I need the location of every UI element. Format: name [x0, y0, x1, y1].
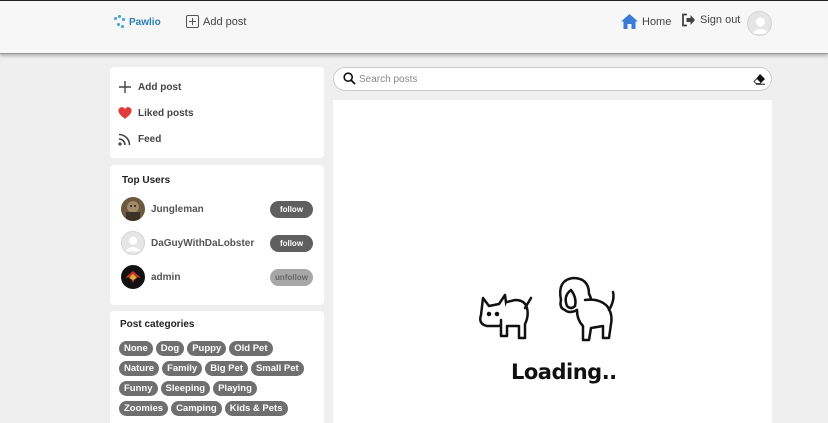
loading-dogs-illustration — [479, 276, 615, 342]
user-avatar-admin[interactable] — [121, 265, 145, 289]
user-avatar-jungleman[interactable] — [121, 197, 145, 221]
category-tag[interactable]: Small Pet — [250, 361, 304, 376]
rss-feed-icon — [118, 132, 132, 146]
category-tag[interactable]: Family — [162, 361, 203, 376]
plus-icon — [118, 80, 132, 94]
follow-button[interactable]: follow — [270, 200, 313, 218]
top-users-title: Top Users — [122, 175, 171, 186]
tag-row: None Dog Puppy Old Pet — [119, 341, 319, 356]
post-categories-card: Post categories None Dog Puppy Old Pet N… — [110, 311, 324, 423]
category-tag[interactable]: Sleeping — [160, 381, 211, 396]
nav-home-link[interactable]: Home — [620, 13, 671, 30]
category-tag[interactable]: Funny — [119, 381, 158, 396]
eraser-icon[interactable] — [753, 73, 766, 85]
category-tag[interactable]: Dog — [155, 341, 185, 356]
home-icon — [621, 14, 638, 29]
search-bar — [333, 67, 772, 91]
top-navbar: Pawlio Add post Home Sign out — [0, 0, 828, 54]
sidebar-item-add-post[interactable]: Add post — [118, 80, 181, 94]
nav-add-post-link[interactable]: Add post — [186, 15, 246, 28]
category-tag[interactable]: Old Pet — [229, 341, 273, 356]
default-avatar-icon[interactable] — [121, 231, 145, 255]
default-avatar-icon — [751, 17, 770, 34]
category-tag[interactable]: Playing — [213, 381, 257, 396]
user-row: Jungleman follow — [121, 197, 313, 221]
category-tag[interactable]: Kids & Pets — [224, 401, 288, 416]
nav-sign-out-label: Sign out — [700, 14, 741, 26]
add-square-icon — [186, 15, 199, 28]
paw-dots-icon — [114, 15, 126, 29]
heart-icon — [118, 106, 132, 120]
nav-add-post-label: Add post — [203, 15, 247, 28]
unfollow-button[interactable]: unfollow — [270, 268, 313, 286]
sidebar-item-label: Add post — [138, 81, 182, 93]
nav-sign-out-link[interactable]: Sign out — [681, 13, 740, 27]
brand-logo[interactable]: Pawlio — [114, 15, 161, 29]
user-row: admin unfollow — [121, 265, 313, 289]
user-row: DaGuyWithDaLobster follow — [121, 231, 313, 255]
search-input[interactable] — [359, 71, 739, 87]
search-icon — [343, 72, 356, 85]
category-tag[interactable]: Zoomies — [119, 401, 169, 416]
brand-name: Pawlio — [129, 16, 161, 28]
category-tags: None Dog Puppy Old Pet Nature Family Big… — [119, 341, 319, 421]
sidebar-menu-card: Add post Liked posts Feed — [110, 67, 324, 158]
category-tag[interactable]: Big Pet — [205, 361, 248, 376]
tag-row: Zoomies Camping Kids & Pets — [119, 401, 319, 416]
category-tag[interactable]: Puppy — [187, 341, 227, 356]
sidebar-item-label: Feed — [138, 133, 162, 145]
post-feed-area: Loading.. — [333, 100, 772, 423]
sign-out-icon — [682, 13, 695, 27]
sidebar-item-label: Liked posts — [138, 107, 194, 119]
top-users-card: Top Users Jungleman follow DaGuyWithDaLo… — [110, 165, 324, 305]
sidebar-item-feed[interactable]: Feed — [118, 132, 161, 146]
tag-row: Funny Sleeping Playing — [119, 381, 319, 396]
tag-row: Nature Family Big Pet Small Pet — [119, 361, 319, 376]
post-categories-title: Post categories — [120, 319, 195, 330]
user-name[interactable]: admin — [151, 272, 270, 283]
follow-button[interactable]: follow — [270, 234, 313, 252]
nav-home-label: Home — [642, 15, 672, 28]
user-name[interactable]: DaGuyWithDaLobster — [151, 238, 270, 249]
loading-text: Loading.. — [511, 360, 617, 384]
category-tag[interactable]: Camping — [171, 401, 222, 416]
user-avatar[interactable] — [747, 11, 772, 36]
category-tag[interactable]: None — [119, 341, 153, 356]
user-name[interactable]: Jungleman — [151, 204, 270, 215]
category-tag[interactable]: Nature — [119, 361, 160, 376]
sidebar-item-liked-posts[interactable]: Liked posts — [118, 106, 194, 120]
